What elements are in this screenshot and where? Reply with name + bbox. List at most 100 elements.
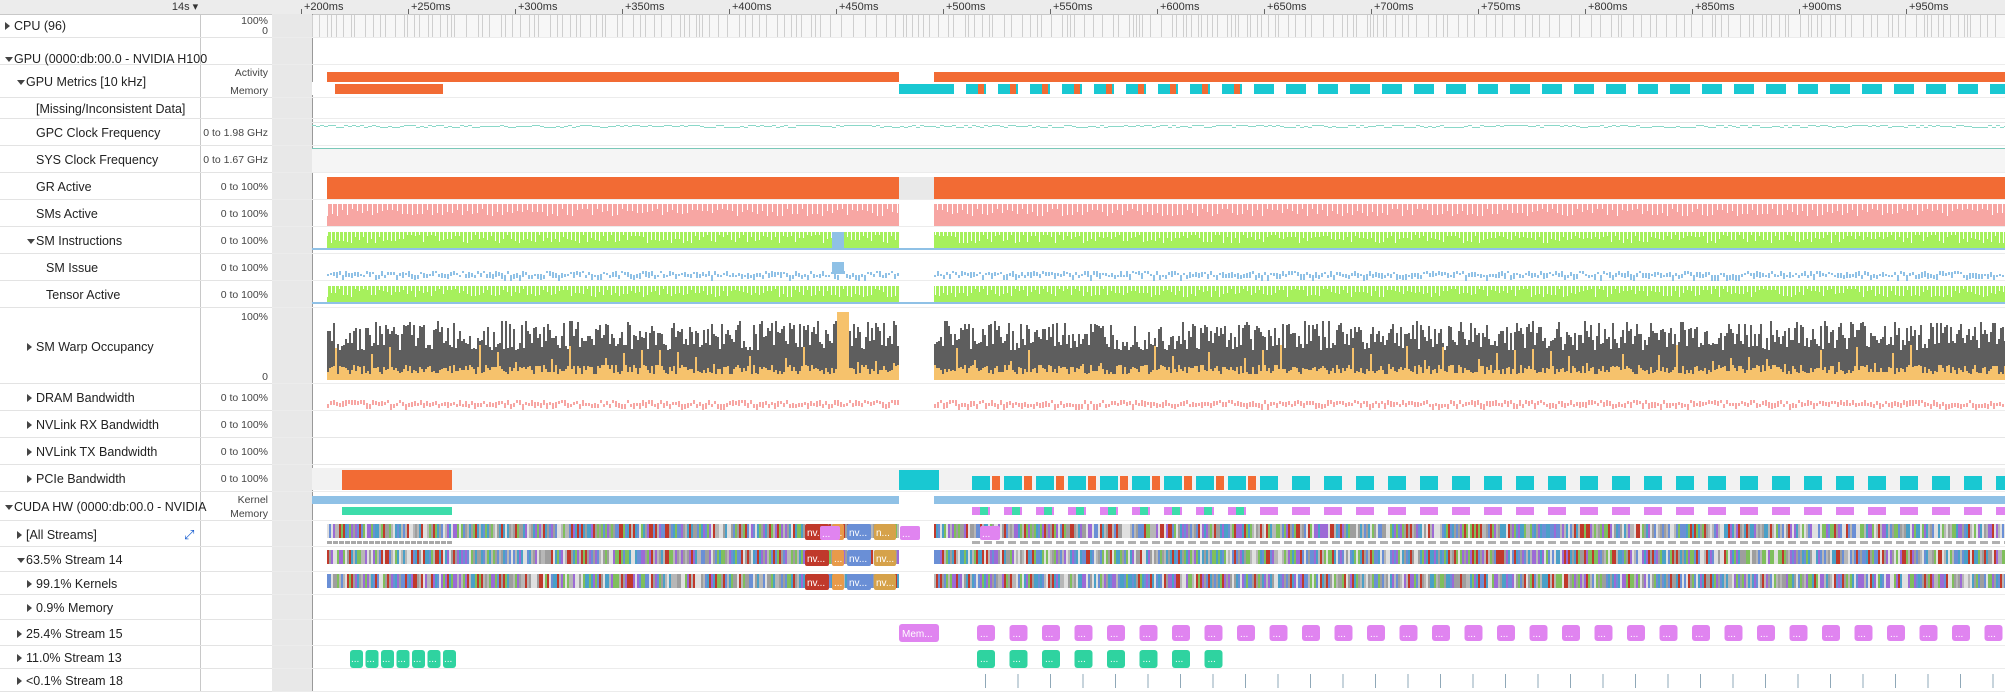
sm-issue-sample xyxy=(1375,272,1377,277)
sms-notch xyxy=(1592,204,1593,213)
gpc-sample xyxy=(336,127,340,128)
warp-active-bar xyxy=(757,374,759,380)
expand-triangle-icon[interactable] xyxy=(17,677,22,685)
sm-issue-sample xyxy=(582,271,584,273)
row-gr-active[interactable]: GR Active xyxy=(0,174,200,200)
collapse-triangle-icon[interactable] xyxy=(17,558,25,563)
row-nvlink-rx[interactable]: NVLink RX Bandwidth xyxy=(0,412,200,438)
sms-notch xyxy=(1727,204,1728,213)
sm-issue-sample xyxy=(1384,275,1386,278)
fill-notch xyxy=(979,232,980,241)
row-sm-warp[interactable]: SM Warp Occupancy xyxy=(0,309,200,384)
row-kernels[interactable]: 99.1% Kernels xyxy=(0,573,200,595)
memory-burst xyxy=(1606,84,1626,94)
row-pcie[interactable]: PCIe Bandwidth xyxy=(0,466,200,492)
warp-active-bar xyxy=(767,370,769,380)
collapse-triangle-icon[interactable] xyxy=(5,56,13,62)
row-sm-instructions[interactable]: SM Instructions xyxy=(0,228,200,254)
row-missing[interactable]: [Missing/Inconsistent Data] xyxy=(0,99,200,119)
warp-active-bar xyxy=(1474,372,1476,380)
zoom-dropdown[interactable]: 14s ▾ xyxy=(170,0,200,14)
fill-notch xyxy=(1131,286,1132,291)
sms-notch xyxy=(1137,204,1138,211)
fill-notch xyxy=(607,232,608,241)
expand-triangle-icon[interactable] xyxy=(17,530,22,539)
kernel-slice xyxy=(441,524,443,538)
kernel-slice xyxy=(383,524,385,538)
collapse-triangle-icon[interactable] xyxy=(27,239,35,244)
kernel-slice xyxy=(497,524,499,538)
warp-active-bar xyxy=(1180,369,1182,380)
gpc-sample xyxy=(1976,127,1980,128)
tensor-fill xyxy=(327,232,899,248)
collapse-triangle-icon[interactable] xyxy=(17,80,25,85)
gpc-sample xyxy=(1380,125,1384,126)
fill-notch xyxy=(1703,232,1704,236)
expand-triangle-icon[interactable] xyxy=(27,421,32,429)
expand-streams-icon[interactable]: ⤢ xyxy=(184,528,194,541)
expand-triangle-icon[interactable] xyxy=(27,580,32,588)
dram-sample xyxy=(1936,402,1938,407)
warp-active-bar xyxy=(1026,372,1028,380)
row-stream18[interactable]: <0.1% Stream 18 xyxy=(0,670,200,692)
dram-sample xyxy=(1447,404,1449,409)
expand-triangle-icon[interactable] xyxy=(27,448,32,456)
row-sms-active[interactable]: SMs Active xyxy=(0,201,200,227)
expand-triangle-icon[interactable] xyxy=(5,22,10,30)
timeline-canvas[interactable]: nv......nv...n...nv......nv...nv...nv...… xyxy=(272,0,2005,692)
row-stream13[interactable]: 11.0% Stream 13 xyxy=(0,647,200,669)
expand-triangle-icon[interactable] xyxy=(27,475,32,483)
cuda-kernel-strip xyxy=(934,496,2005,504)
expand-triangle-icon[interactable] xyxy=(17,654,22,662)
gpc-sample xyxy=(1500,126,1504,127)
row-sm-issue[interactable]: SM Issue xyxy=(0,255,200,281)
expand-triangle-icon[interactable] xyxy=(17,629,22,638)
row-nvlink-tx[interactable]: NVLink TX Bandwidth xyxy=(0,439,200,465)
gpc-sample xyxy=(1212,126,1216,127)
gpc-sample xyxy=(924,126,928,127)
gpc-sample xyxy=(1872,125,1876,126)
gpc-sample xyxy=(356,126,360,127)
row-gpu[interactable]: GPU (0000:db:00.0 - NVIDIA H100 xyxy=(0,52,207,66)
row-cuda-hw[interactable]: CUDA HW (0000:db:00.0 - NVIDIA xyxy=(0,493,206,521)
expand-triangle-icon[interactable] xyxy=(27,342,32,351)
dram-sample xyxy=(1942,402,1944,406)
dram-sample xyxy=(1858,403,1860,406)
fill-notch xyxy=(439,286,440,289)
tensor-fill xyxy=(934,232,2005,248)
sm-issue-sample xyxy=(801,275,803,279)
dram-sample xyxy=(973,401,975,406)
row-stream14[interactable]: 63.5% Stream 14 xyxy=(0,548,200,572)
row-gpc-clock[interactable]: GPC Clock Frequency xyxy=(0,120,200,146)
row-stream15[interactable]: 25.4% Stream 15 xyxy=(0,621,200,646)
warp-active-bar xyxy=(1638,365,1640,380)
fill-notch xyxy=(331,232,332,243)
warp-active-bar xyxy=(677,352,679,380)
sms-notch xyxy=(1532,204,1533,212)
row-all-streams[interactable]: [All Streams] ⤢ xyxy=(0,522,200,547)
gpc-sample xyxy=(380,127,384,128)
fill-notch xyxy=(535,286,536,296)
row-gpu-metrics[interactable]: GPU Metrics [10 kHz] xyxy=(0,66,200,98)
dram-sample xyxy=(1810,401,1812,405)
collapse-triangle-icon[interactable] xyxy=(5,505,13,510)
fill-notch xyxy=(1539,232,1540,237)
cpu-sample xyxy=(777,15,778,37)
dram-sample xyxy=(660,400,662,404)
sm-issue-sample xyxy=(1027,272,1029,276)
warp-active-bar xyxy=(561,371,563,380)
row-memory[interactable]: 0.9% Memory xyxy=(0,596,200,620)
row-sys-clock[interactable]: SYS Clock Frequency xyxy=(0,147,200,173)
timeline-area[interactable]: +200ms +250ms +300ms +350ms +400ms +450ms +500… xyxy=(272,0,2005,692)
expand-triangle-icon[interactable] xyxy=(27,604,32,612)
gpc-sample xyxy=(788,127,792,128)
fill-notch xyxy=(827,286,828,291)
row-tensor-active[interactable]: Tensor Active xyxy=(0,282,200,308)
row-cpu[interactable]: CPU (96) xyxy=(0,14,200,38)
expand-triangle-icon[interactable] xyxy=(27,394,32,402)
cpu-sample xyxy=(590,15,591,37)
sms-notch xyxy=(1242,204,1243,214)
sm-issue-sample xyxy=(1489,274,1491,277)
row-dram[interactable]: DRAM Bandwidth xyxy=(0,385,200,411)
row-separator xyxy=(272,619,2005,620)
